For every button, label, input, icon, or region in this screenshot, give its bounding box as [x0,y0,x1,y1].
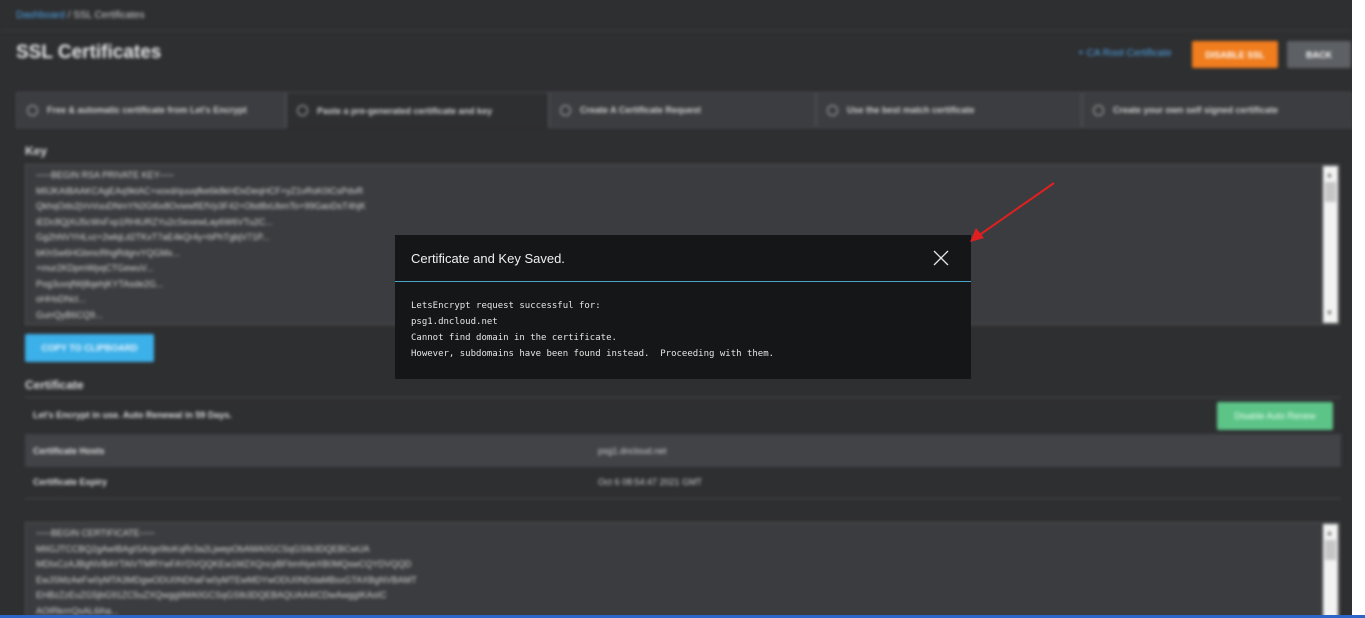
certificate-expiry-value: Oct 6 08:54:47 2021 GMT [598,477,703,487]
breadcrumb-dashboard-link[interactable]: Dashboard [16,10,65,21]
table-row: Certificate Expiry Oct 6 08:54:47 2021 G… [25,466,1341,499]
certificate-hosts-value: psg1.dncloud.net [598,445,667,456]
key-scrollbar[interactable]: ▲ ▼ [1323,166,1338,323]
tab-best-match[interactable]: Use the best match certificate [816,92,1082,128]
radio-icon[interactable] [560,104,571,116]
certificate-hosts-label: Certificate Hosts [33,445,105,456]
certificate-saved-dialog: Certificate and Key Saved. LetsEncrypt r… [395,235,971,379]
annotation-arrow-icon [970,182,1055,242]
certificate-divider [25,397,1341,398]
disable-ssl-button[interactable]: DISABLE SSL [1192,41,1278,68]
radio-icon[interactable] [297,105,308,116]
radio-icon[interactable] [1093,104,1104,116]
radio-icon[interactable] [27,104,38,116]
breadcrumb: Dashboard / SSL Certificates [16,10,145,21]
breadcrumb-separator: / [64,10,74,21]
cert-line: MDIxCzAJBgNVBAYTAlVTMRYwFAYDVQQKEw1MZXQn… [36,559,412,569]
dialog-message-line: LetsEncrypt request successful for: [411,301,601,311]
key-label: Key [25,144,48,158]
cert-line: EwJSMzAeFw0yMTA3MDgwODU0NDhaFw0yMTEwMDYw… [36,574,417,585]
certificate-textarea[interactable]: -----BEGIN CERTIFICATE----- MIIGJTCCBQ2g… [25,522,1340,618]
key-line: QkhqOds2jVvVuuDNmYN2Gt6x8OvwwfIEfVp3F42+… [36,201,366,211]
tab-label: Paste a pre-generated certificate and ke… [317,105,493,116]
back-button[interactable]: BACK [1287,41,1351,68]
certificate-label: Certificate [25,378,84,392]
key-line: MIIJKAIBAAKCAgEAq9ktAC+xoxd/quuqfke6k8kH… [36,185,364,196]
cert-line: EHBzZzEuZG5jbG91ZC5uZXQwggIiMA0GCSqGSIb3… [36,590,387,600]
certificate-expiry-label: Certificate Expiry [33,477,108,487]
header-divider [0,30,1352,31]
dialog-body: LetsEncrypt request successful for: psg1… [395,282,971,362]
radio-icon[interactable] [827,104,838,116]
key-line: -----BEGIN RSA PRIVATE KEY----- [36,170,174,180]
tab-paste-certificate[interactable]: Paste a pre-generated certificate and ke… [286,92,549,128]
dialog-message-line: Cannot find domain in the certificate. [411,333,617,343]
ca-root-certificate-link[interactable]: + CA Root Certificate [1078,48,1172,59]
page-title: SSL Certificates [16,42,162,63]
disable-auto-renew-button[interactable]: Disable Auto Renew [1217,402,1333,430]
tab-self-signed[interactable]: Create your own self signed certificate [1082,92,1352,128]
tab-lets-encrypt[interactable]: Free & automatic certificate from Let's … [16,92,286,128]
scroll-thumb[interactable] [1325,540,1336,560]
tab-certificate-request[interactable]: Create A Certificate Request [549,92,816,128]
cert-line: -----BEGIN CERTIFICATE----- [36,528,155,538]
dialog-message-line: However, subdomains have been found inst… [411,349,775,359]
certificate-method-tabs: Free & automatic certificate from Let's … [16,92,1352,128]
dialog-title: Certificate and Key Saved. [411,250,565,266]
breadcrumb-current: SSL Certificates [73,10,145,21]
tab-label: Create A Certificate Request [580,105,701,115]
scroll-down-icon[interactable]: ▼ [1326,306,1333,322]
key-line: iEDc8QjXiJ5cWxFxp1RHlURZYu2cSexewLay6W6V… [36,216,273,227]
copy-to-clipboard-button[interactable]: COPY TO CLIPBOARD [25,334,154,362]
tab-label: Use the best match certificate [847,105,975,115]
dialog-header: Certificate and Key Saved. [395,235,971,282]
cert-scrollbar[interactable]: ▲ [1323,524,1338,618]
tab-label: Create your own self signed certificate [1113,105,1279,115]
window-edge [1352,0,1365,615]
scroll-thumb[interactable] [1325,182,1336,202]
renewal-status-text: Let's Encrypt in use. Auto Renewal in 59… [33,410,232,420]
cert-line: MIIGJTCCBQ2gAwIBAgISA/go9toKqRr3a2LjwepO… [36,543,370,554]
tab-label: Free & automatic certificate from Let's … [47,105,247,115]
table-row: Certificate Hosts psg1.dncloud.net [25,434,1341,467]
dialog-message-line: psg1.dncloud.net [411,317,498,327]
close-icon[interactable] [921,238,961,278]
